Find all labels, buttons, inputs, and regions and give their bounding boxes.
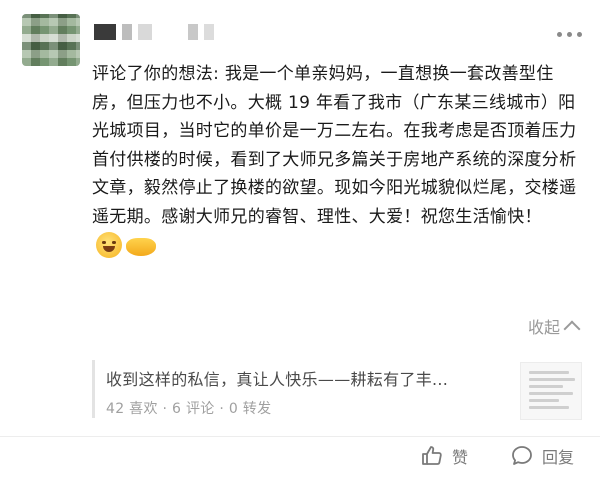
comment-text: 评论了你的想法: 我是一个单亲妈妈，一直想换一套改善型住房，但压力也不小。大概 … xyxy=(92,64,577,227)
more-options-icon[interactable] xyxy=(542,24,582,44)
quoted-post-card[interactable]: 收到这样的私信，真让人快乐——耕耘有了丰... 42 喜欢 · 6 评论 · 0… xyxy=(92,360,582,426)
reply-button[interactable]: 回复 xyxy=(510,444,574,468)
comment-header xyxy=(22,14,582,66)
comment-body: 评论了你的想法: 我是一个单亲妈妈，一直想换一套改善型住房，但压力也不小。大概 … xyxy=(92,60,582,260)
avatar[interactable] xyxy=(22,14,80,66)
quoted-post-title: 收到这样的私信，真让人快乐——耕耘有了丰... xyxy=(106,370,449,389)
smile-emoji-icon xyxy=(96,232,122,258)
quoted-post-meta: 42 喜欢 · 6 评论 · 0 转发 xyxy=(106,401,272,417)
divider xyxy=(0,436,600,437)
action-bar: 赞 回复 xyxy=(0,440,600,480)
chevron-up-icon xyxy=(563,320,581,338)
hands-emoji-icon xyxy=(126,238,156,256)
blurred-username[interactable] xyxy=(94,24,244,42)
collapse-button[interactable]: 收起 xyxy=(527,314,581,338)
reply-label: 回复 xyxy=(542,448,575,467)
thumbs-up-icon xyxy=(422,446,442,465)
like-label: 赞 xyxy=(452,448,469,467)
like-button[interactable]: 赞 xyxy=(420,444,468,468)
speech-bubble-icon xyxy=(512,446,532,465)
emoji-group xyxy=(96,232,156,258)
quote-bar xyxy=(92,360,95,418)
quoted-post-thumbnail xyxy=(520,362,582,420)
collapse-label: 收起 xyxy=(527,318,560,337)
